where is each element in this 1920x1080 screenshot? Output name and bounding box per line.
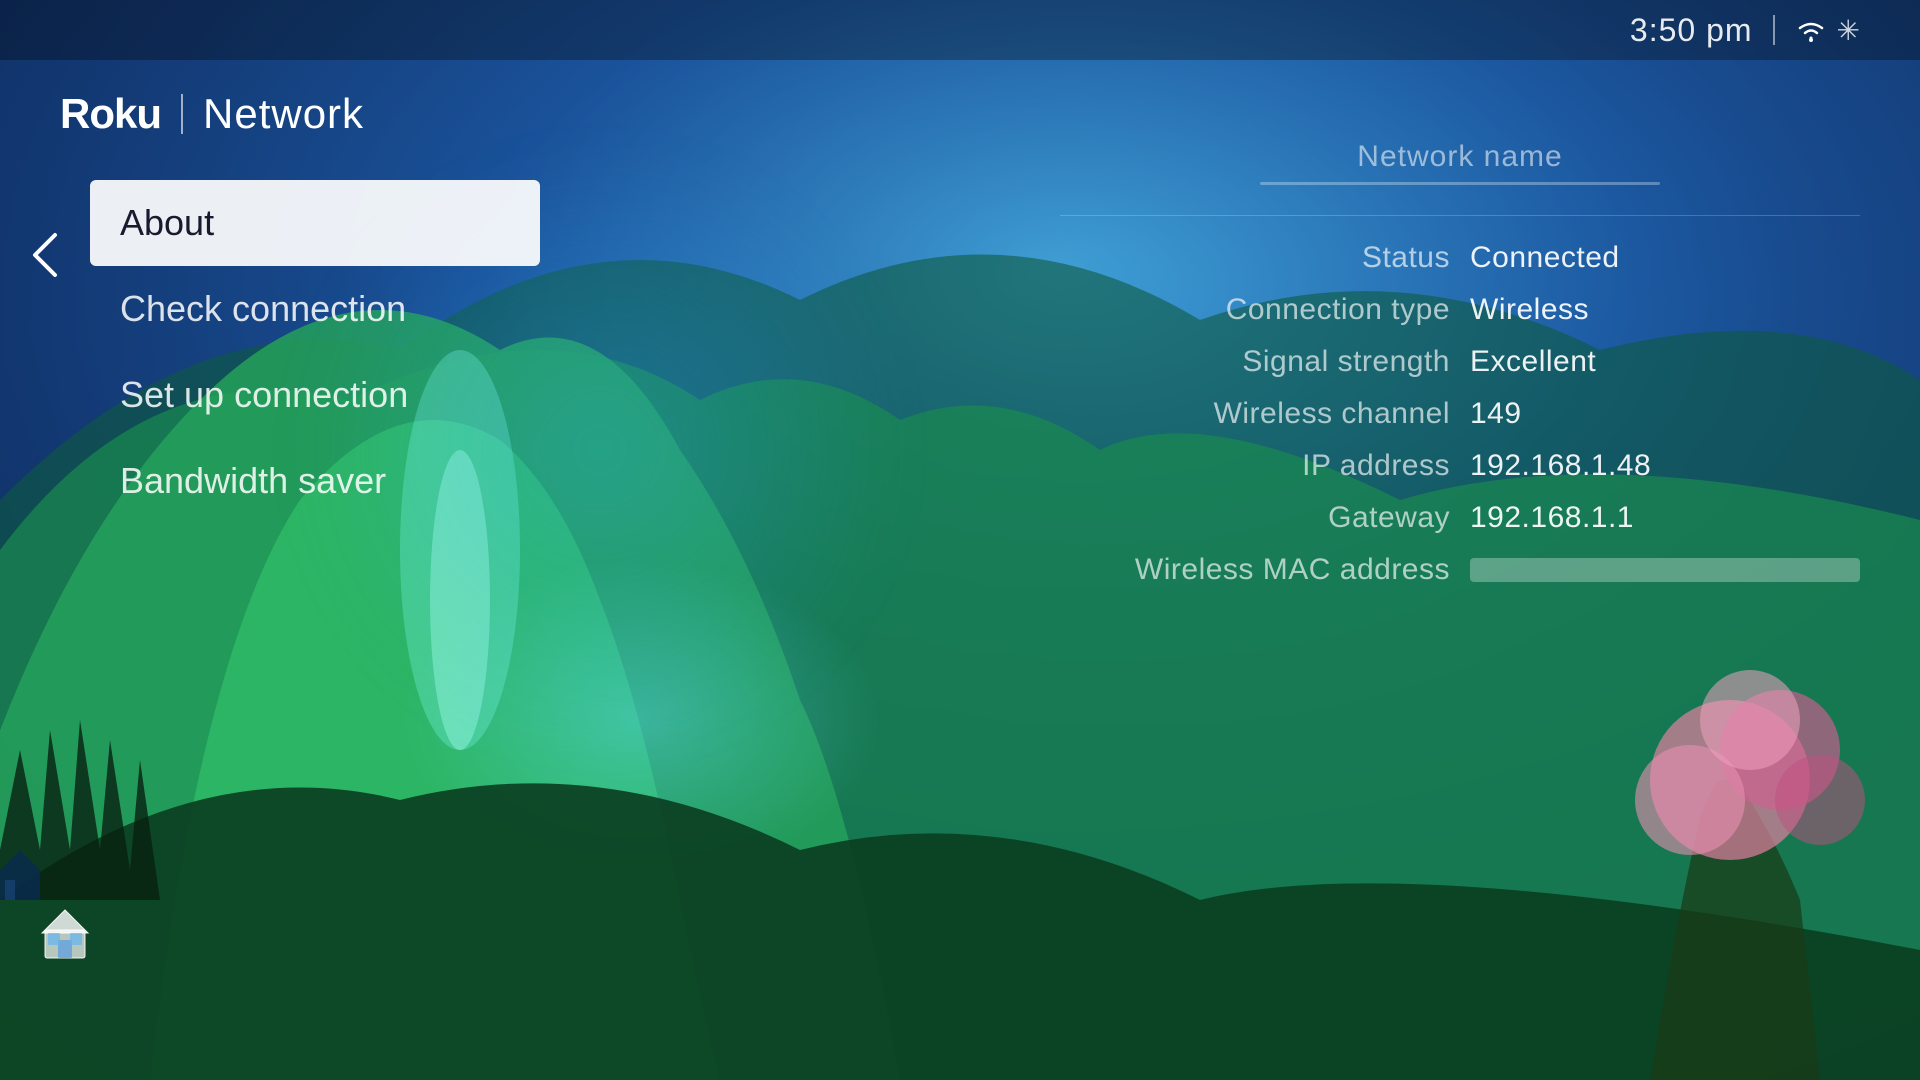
signal-strength-label: Signal strength — [1060, 345, 1450, 379]
gateway-label: Gateway — [1060, 501, 1450, 535]
menu-item-bandwidth-saver[interactable]: Bandwidth saver — [90, 438, 540, 524]
clock: 3:50 pm — [1630, 12, 1753, 49]
info-row-signal-strength: Signal strength Excellent — [1060, 345, 1860, 379]
signal-strength-value: Excellent — [1470, 345, 1860, 379]
info-row-ip-address: IP address 192.168.1.48 — [1060, 449, 1860, 483]
home-icon-area — [40, 905, 90, 960]
menu-item-check-connection[interactable]: Check connection — [90, 266, 540, 352]
back-button[interactable] — [30, 230, 60, 290]
home-icon — [40, 905, 90, 960]
connection-type-value: Wireless — [1470, 293, 1860, 327]
menu-item-setup-connection[interactable]: Set up connection — [90, 352, 540, 438]
header-divider — [181, 94, 183, 134]
wireless-channel-label: Wireless channel — [1060, 397, 1450, 431]
wireless-channel-value: 149 — [1470, 397, 1860, 431]
info-separator — [1060, 215, 1860, 216]
info-row-connection-type: Connection type Wireless — [1060, 293, 1860, 327]
roku-logo: Roku — [60, 90, 161, 138]
info-row-mac-address: Wireless MAC address — [1060, 553, 1860, 587]
status-label: Status — [1060, 241, 1450, 275]
gateway-value: 192.168.1.1 — [1470, 501, 1860, 535]
mac-address-value-blurred — [1470, 558, 1860, 582]
left-menu: About Check connection Set up connection… — [40, 180, 540, 524]
status-value: Connected — [1470, 241, 1860, 275]
info-row-status: Status Connected — [1060, 241, 1860, 275]
info-row-gateway: Gateway 192.168.1.1 — [1060, 501, 1860, 535]
connection-type-label: Connection type — [1060, 293, 1450, 327]
wifi-icon — [1795, 16, 1827, 44]
status-icons: ✳ — [1795, 14, 1860, 47]
top-bar: 3:50 pm ✳ — [0, 0, 1920, 60]
ip-address-value: 192.168.1.48 — [1470, 449, 1860, 483]
network-name-value-blurred — [1260, 182, 1660, 185]
menu-item-about[interactable]: About — [90, 180, 540, 266]
mac-address-label: Wireless MAC address — [1060, 553, 1450, 587]
network-name-label: Network name — [1060, 140, 1860, 174]
menu-items-list: About Check connection Set up connection… — [90, 180, 540, 524]
page-header: Roku Network — [60, 60, 364, 158]
ip-address-label: IP address — [1060, 449, 1450, 483]
asterisk-icon: ✳ — [1837, 14, 1860, 47]
page-title: Network — [203, 90, 364, 138]
top-bar-divider — [1773, 15, 1775, 45]
info-row-wireless-channel: Wireless channel 149 — [1060, 397, 1860, 431]
right-panel: Network name Status Connected Connection… — [1060, 140, 1860, 605]
